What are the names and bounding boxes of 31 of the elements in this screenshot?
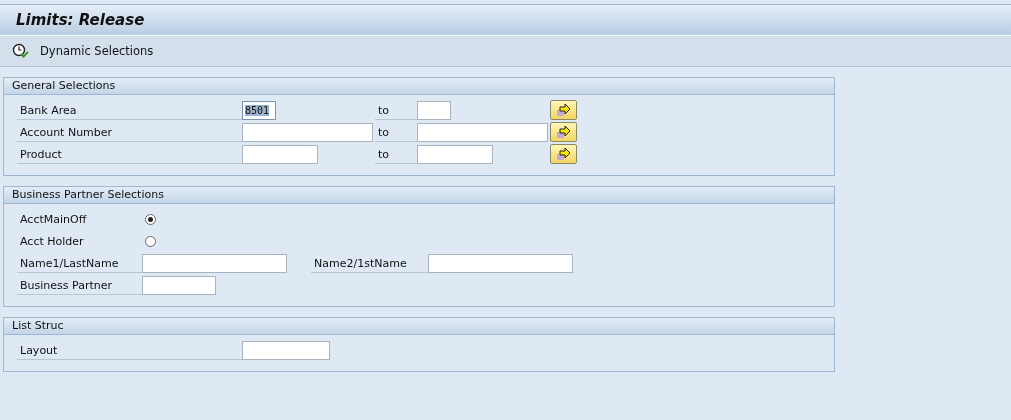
multiple-selection-button[interactable] — [550, 122, 577, 142]
multiple-selection-button[interactable] — [550, 100, 577, 120]
input-field[interactable] — [417, 144, 493, 164]
input-field[interactable] — [142, 253, 287, 273]
dynamic-selections-button[interactable]: Dynamic Selections — [10, 41, 156, 61]
input-field[interactable] — [428, 253, 573, 273]
input-field[interactable] — [242, 144, 318, 164]
section-header: List Struc — [4, 318, 834, 335]
window-title: Limits: Release — [16, 11, 145, 29]
multiple-selection-button[interactable] — [550, 144, 577, 164]
input-field[interactable]: 8501 — [242, 100, 276, 120]
input-field[interactable] — [417, 100, 451, 120]
radio-button[interactable] — [145, 213, 156, 225]
radio-label: AcctMainOff — [19, 212, 88, 228]
input-field[interactable] — [417, 122, 548, 142]
clock-check-icon — [12, 43, 30, 59]
input-field[interactable] — [242, 340, 330, 360]
arrow-icon — [555, 147, 572, 161]
input-field[interactable] — [242, 122, 373, 142]
field-label: Bank Area — [17, 100, 242, 120]
radio-label: Acct Holder — [19, 234, 85, 250]
radio-button[interactable] — [145, 235, 156, 247]
section-header: Business Partner Selections — [4, 187, 834, 204]
arrow-icon — [555, 103, 572, 117]
section-header: General Selections — [4, 78, 834, 95]
arrow-icon — [555, 125, 572, 139]
field-label: Account Number — [17, 122, 242, 142]
field-value: 8501 — [245, 104, 270, 116]
field-label: Product — [17, 144, 242, 164]
input-field[interactable] — [142, 275, 216, 295]
field-label: Layout — [17, 340, 242, 360]
